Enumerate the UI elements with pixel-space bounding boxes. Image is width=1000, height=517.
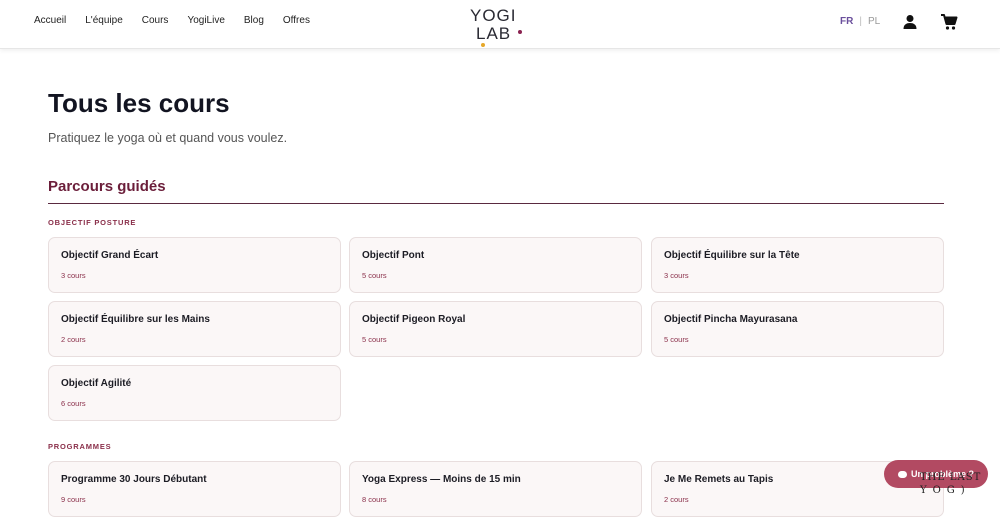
card-count: 5 cours xyxy=(664,335,689,344)
course-card[interactable]: Objectif Équilibre sur les Mains 2 cours xyxy=(48,301,341,357)
card-count: 3 cours xyxy=(61,271,86,280)
logo-line1: YOGI xyxy=(470,6,517,25)
yogilab-logo[interactable]: YOGI LAB xyxy=(470,6,530,47)
lang-separator: | xyxy=(859,16,862,27)
course-card[interactable]: Objectif Pincha Mayurasana 5 cours xyxy=(651,301,944,357)
logo-dot-purple xyxy=(518,30,522,34)
card-count: 2 cours xyxy=(61,335,86,344)
logo-line2: LAB xyxy=(476,24,512,43)
card-title: Objectif Agilité xyxy=(61,378,132,389)
course-card[interactable]: Objectif Équilibre sur la Tête 3 cours xyxy=(651,237,944,293)
card-count: 6 cours xyxy=(61,399,86,408)
card-count: 5 cours xyxy=(362,271,387,280)
card-title: Yoga Express — Moins de 15 min xyxy=(362,474,521,485)
page-title: Tous les cours xyxy=(48,88,230,118)
cart-icon[interactable] xyxy=(940,13,958,31)
chat-bubble-icon xyxy=(898,471,907,479)
nav-cours[interactable]: Cours xyxy=(142,15,169,27)
page-subtitle: Pratiquez le yoga où et quand vous voule… xyxy=(48,131,288,145)
card-count: 9 cours xyxy=(61,495,86,504)
language-switcher: FR | PL xyxy=(840,16,880,27)
card-title: Objectif Pigeon Royal xyxy=(362,314,466,325)
nav-accueil[interactable]: Accueil xyxy=(34,15,66,27)
nav-blog[interactable]: Blog xyxy=(244,15,264,27)
card-title: Objectif Équilibre sur les Mains xyxy=(61,314,210,325)
card-count: 8 cours xyxy=(362,495,387,504)
card-title: Programme 30 Jours Débutant xyxy=(61,474,207,485)
section-title-parcours: Parcours guidés xyxy=(48,178,166,195)
course-card[interactable]: Objectif Pigeon Royal 5 cours xyxy=(349,301,642,357)
logo-dot-yellow xyxy=(481,43,485,47)
watermark-line2: YOG) xyxy=(920,485,971,496)
watermark-logo: THE LAST YOG) xyxy=(920,471,981,497)
course-card[interactable]: Objectif Grand Écart 3 cours xyxy=(48,237,341,293)
card-title: Objectif Grand Écart xyxy=(61,250,159,261)
card-count: 3 cours xyxy=(664,271,689,280)
card-title: Je Me Remets au Tapis xyxy=(664,474,774,485)
card-title: Objectif Pincha Mayurasana xyxy=(664,314,798,325)
card-title: Objectif Équilibre sur la Tête xyxy=(664,250,800,261)
course-card[interactable]: Objectif Agilité 6 cours xyxy=(48,365,341,421)
course-card[interactable]: Programme 30 Jours Débutant 9 cours xyxy=(48,461,341,517)
card-count: 2 cours xyxy=(664,495,689,504)
course-card[interactable]: Yoga Express — Moins de 15 min 8 cours xyxy=(349,461,642,517)
section-divider xyxy=(48,203,944,204)
lang-fr[interactable]: FR xyxy=(840,16,853,27)
group-label-programmes: PROGRAMMES xyxy=(48,442,112,451)
card-title: Objectif Pont xyxy=(362,250,425,261)
card-count: 5 cours xyxy=(362,335,387,344)
group-label-objectif-posture: OBJECTIF POSTURE xyxy=(48,218,137,227)
main-nav: Accueil L'équipe Cours YogiLive Blog Off… xyxy=(34,15,329,27)
nav-equipe[interactable]: L'équipe xyxy=(85,15,123,27)
course-card[interactable]: Objectif Pont 5 cours xyxy=(349,237,642,293)
user-icon[interactable] xyxy=(902,14,918,30)
top-navbar: Accueil L'équipe Cours YogiLive Blog Off… xyxy=(0,0,1000,49)
lang-pl[interactable]: PL xyxy=(868,16,880,27)
watermark-line1: THE LAST xyxy=(920,472,982,483)
nav-offres[interactable]: Offres xyxy=(283,15,310,27)
nav-yogilive[interactable]: YogiLive xyxy=(187,15,224,27)
